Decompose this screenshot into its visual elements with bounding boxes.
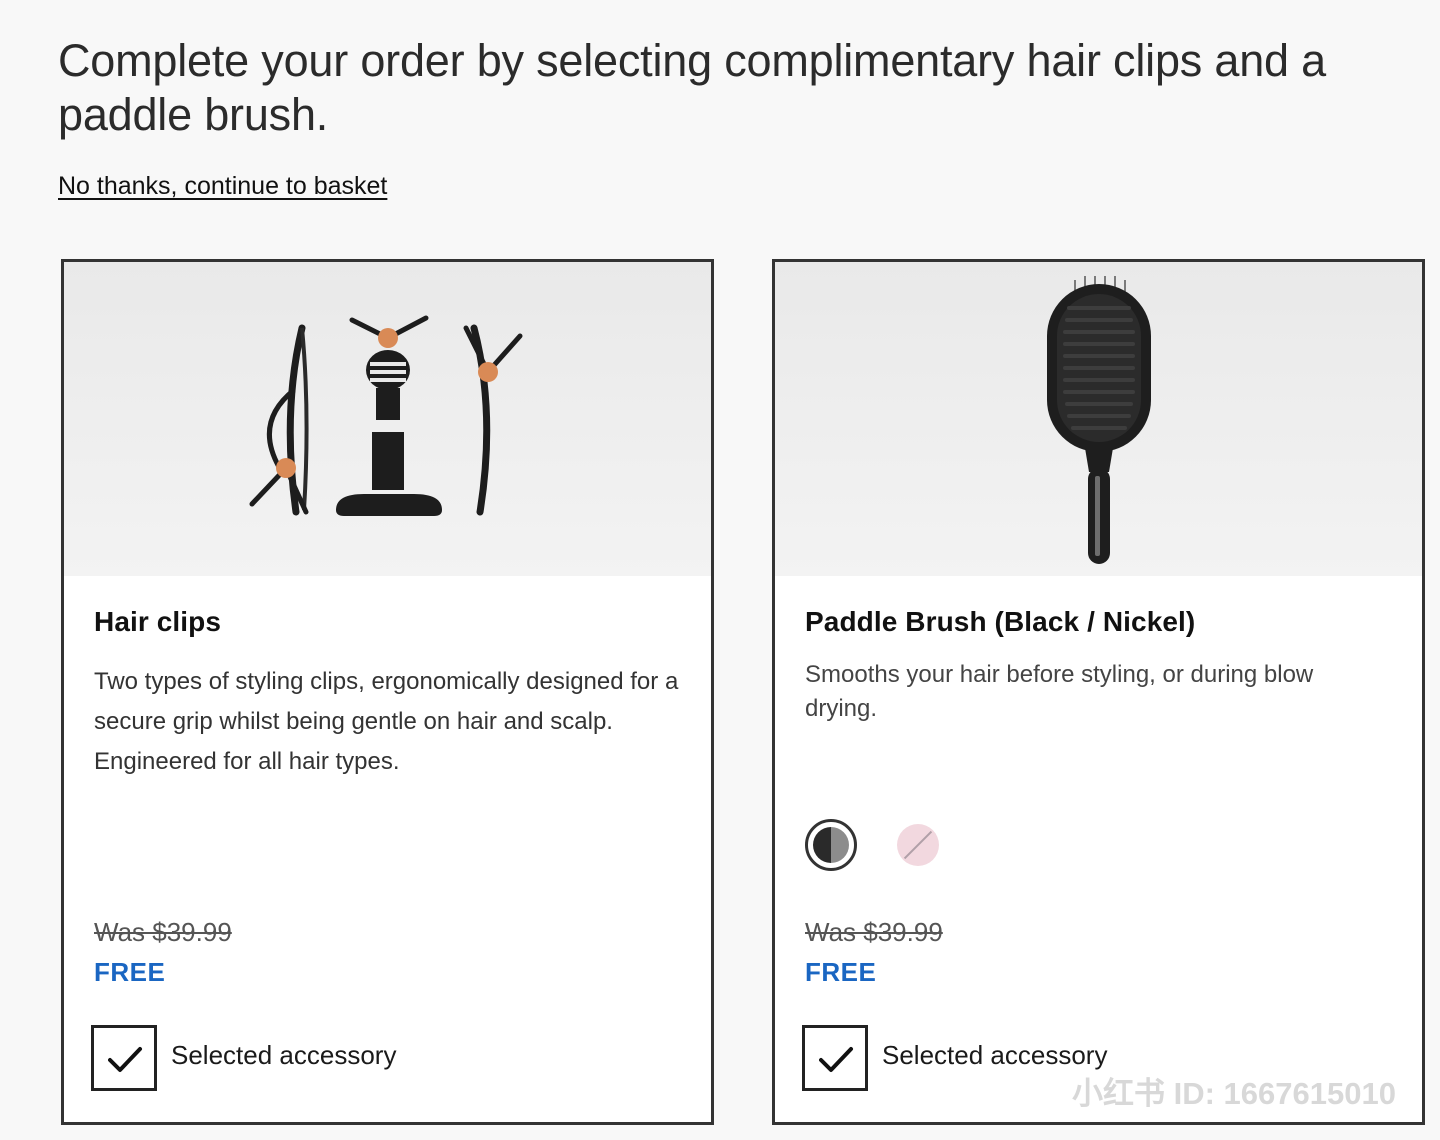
page-heading: Complete your order by selecting complim… <box>58 35 1326 140</box>
product-image-hair-clips <box>64 262 711 576</box>
continue-to-basket-link[interactable]: No thanks, continue to basket <box>58 172 387 201</box>
swatch-black-nickel-fill <box>813 827 849 863</box>
select-accessory-checkbox[interactable] <box>802 1025 868 1091</box>
price-free: FREE <box>805 957 877 987</box>
checkmark-icon <box>108 1047 142 1072</box>
swatch-black-nickel[interactable] <box>805 819 857 871</box>
product-image-paddle-brush <box>775 262 1422 576</box>
checkbox-label: Selected accessory <box>171 1040 397 1070</box>
price-free: FREE <box>94 957 166 987</box>
paddle-brush-image <box>1047 276 1151 564</box>
select-accessory-checkbox[interactable] <box>91 1025 157 1091</box>
product-title: Paddle Brush (Black / Nickel) <box>805 606 1196 637</box>
product-title: Hair clips <box>94 606 222 637</box>
watermark: 小红书 ID: 1667615010 <box>1072 1076 1396 1111</box>
product-description: Two types of styling clips, ergonomicall… <box>94 668 679 775</box>
checkbox-label: Selected accessory <box>882 1040 1108 1070</box>
swatch-pink-unavailable[interactable] <box>897 824 939 866</box>
was-price: Was $39.99 <box>805 917 943 947</box>
product-card-hair-clips: Hair clips Two types of styling clips, e… <box>61 259 714 1125</box>
hair-clips-image <box>249 315 523 516</box>
unavailable-slash-icon <box>903 830 933 860</box>
product-description: Smooths your hair before styling, or dur… <box>805 661 1314 722</box>
product-card-paddle-brush: Paddle Brush (Black / Nickel) Smooths yo… <box>772 259 1425 1125</box>
checkmark-icon <box>819 1047 853 1072</box>
was-price: Was $39.99 <box>94 917 232 947</box>
